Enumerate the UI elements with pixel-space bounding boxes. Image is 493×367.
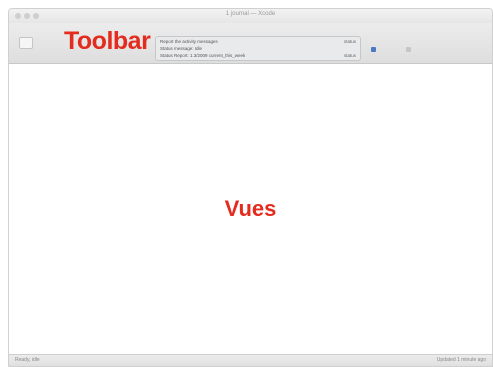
views-annotation-label: Vues bbox=[224, 196, 277, 221]
toolbar: Toolbar Report the activity messages sta… bbox=[9, 23, 492, 64]
app-window: 1 journal — Xcode Toolbar Report the act… bbox=[8, 8, 493, 367]
status-bar-right: Updated 1 minute ago bbox=[436, 357, 486, 363]
status-panel: Report the activity messages status Stat… bbox=[155, 36, 361, 61]
status-line-text: Status Report: 1.3/2009 current_this_wee… bbox=[160, 53, 246, 58]
status-line-right: status bbox=[343, 39, 356, 44]
sidebar-toggle-icon[interactable] bbox=[19, 37, 33, 49]
status-line-text: Status message: Idle bbox=[160, 46, 203, 51]
run-icon[interactable] bbox=[371, 47, 376, 52]
status-line-right: status bbox=[343, 53, 356, 58]
views-area: Vues bbox=[9, 64, 492, 355]
window-title: 1 journal — Xcode bbox=[225, 11, 276, 17]
status-line: Report the activity messages status bbox=[160, 38, 356, 45]
title-bar: 1 journal — Xcode bbox=[9, 9, 492, 23]
status-line: Status Report: 1.3/2009 current_this_wee… bbox=[160, 52, 356, 59]
status-bar-left: Ready, idle bbox=[15, 357, 40, 363]
status-line: Status message: Idle bbox=[160, 45, 356, 52]
toolbar-annotation-label: Toolbar bbox=[64, 27, 151, 55]
status-bar: Ready, idle Updated 1 minute ago bbox=[9, 354, 492, 366]
status-line-text: Report the activity messages bbox=[160, 39, 218, 44]
settings-icon[interactable] bbox=[406, 47, 411, 52]
